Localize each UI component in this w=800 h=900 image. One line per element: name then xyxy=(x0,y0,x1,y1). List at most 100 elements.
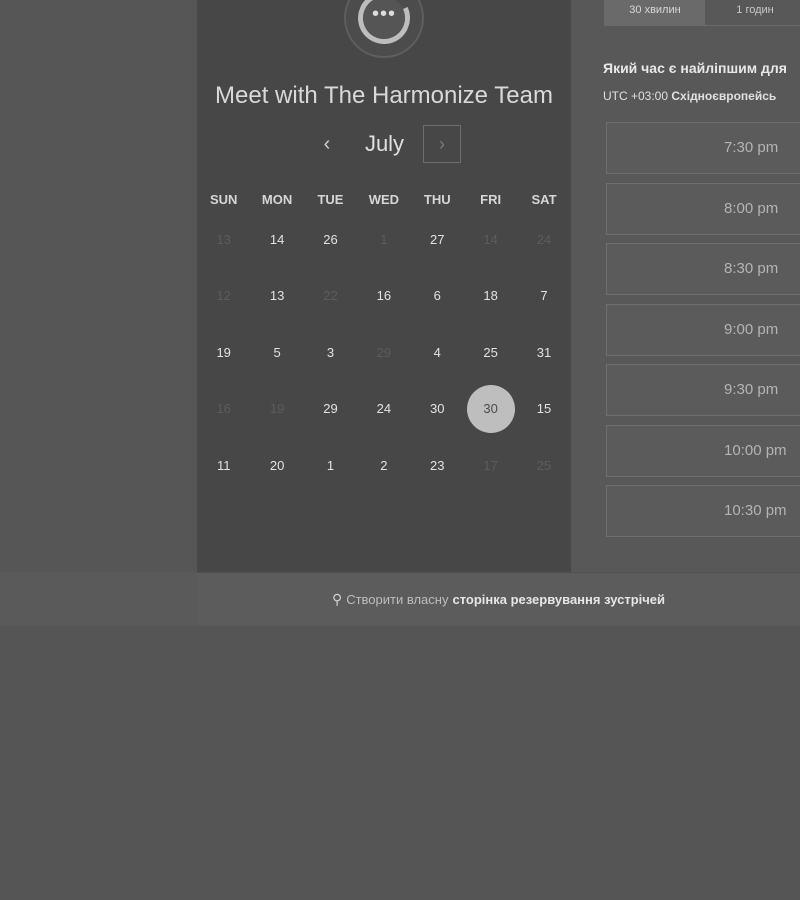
calendar-day: 16 xyxy=(197,381,250,438)
prev-month-button[interactable]: ‹ xyxy=(312,125,342,163)
calendar-day[interactable]: 2 xyxy=(357,437,410,494)
weekday-label: FRI xyxy=(480,192,502,207)
time-slot-button[interactable]: 9:30 pm xyxy=(606,364,800,416)
weekday-label: THU xyxy=(423,192,451,207)
time-slot-button[interactable]: 10:30 pm xyxy=(606,485,800,537)
calendar-day[interactable]: 16 xyxy=(357,268,410,325)
calendar-day-number: 20 xyxy=(269,457,285,473)
calendar-week-row: 19 5 3 29 4 25 31 xyxy=(197,324,571,381)
calendar-day-number: 24 xyxy=(376,401,392,417)
calendar-day[interactable]: 24 xyxy=(357,381,410,438)
weekday-label: TUE xyxy=(317,192,344,207)
time-question: Який час є найліпшим для xyxy=(603,60,787,76)
calendar-day[interactable]: 14 xyxy=(250,211,303,268)
calendar-day: 1 xyxy=(357,211,410,268)
weekday-label: MON xyxy=(261,192,293,207)
calendar-week-row: 11 20 1 2 23 17 25 xyxy=(197,437,571,494)
next-month-button[interactable]: › xyxy=(423,125,461,163)
calendar-day: 13 xyxy=(197,211,250,268)
weekday-label: WED xyxy=(368,192,400,207)
calendar-day-number: 22 xyxy=(323,288,338,304)
calendar-day: 14 xyxy=(464,211,517,268)
calendar-day-number: 1 xyxy=(326,457,335,473)
calendar-day[interactable]: 29 xyxy=(304,381,357,438)
calendar-panel: ••• Meet with The Harmonize Team ‹ July … xyxy=(197,0,571,572)
calendar-day-number: 16 xyxy=(216,401,231,417)
calendar-day-number: 25 xyxy=(483,344,498,360)
calendar-day-number: 14 xyxy=(269,231,285,247)
calendar-day[interactable]: 27 xyxy=(411,211,464,268)
meeting-title: Meet with The Harmonize Team xyxy=(215,82,553,109)
calendar-day-number: 16 xyxy=(376,288,392,304)
time-slot-button[interactable]: 9:00 pm xyxy=(606,303,800,356)
time-slot-button[interactable]: 7:30 pm xyxy=(606,122,800,174)
calendar-day-number: 30 xyxy=(466,384,515,433)
calendar-day[interactable]: 3 xyxy=(304,324,357,381)
calendar-day: 19 xyxy=(250,381,303,438)
footer-prefix: Створити власну xyxy=(346,591,449,607)
calendar-day-number: 11 xyxy=(216,457,231,473)
calendar-day-number: 1 xyxy=(380,231,388,247)
calendar-day[interactable]: 13 xyxy=(250,268,303,325)
time-slot-button[interactable]: 8:00 pm xyxy=(606,182,800,235)
calendar-day[interactable]: 20 xyxy=(250,437,303,494)
avatar: ••• xyxy=(344,0,424,58)
calendar-day-number: 27 xyxy=(430,231,445,247)
calendar-day-number: 12 xyxy=(216,288,231,304)
time-slot-button[interactable]: 10:00 pm xyxy=(606,424,800,477)
calendar-day-number: 25 xyxy=(536,457,552,473)
calendar-day: 24 xyxy=(517,211,570,268)
calendar-day-number: 6 xyxy=(433,288,441,304)
calendar-day-number: 24 xyxy=(536,231,552,247)
hubspot-sprocket-icon: ⚲ xyxy=(331,590,343,607)
footer: ⚲ Створити власну сторінка резервування … xyxy=(197,572,800,625)
timezone-selector[interactable]: UTC +03:00 Східноєвропейсь xyxy=(603,89,776,103)
calendar-day[interactable]: 26 xyxy=(304,211,357,268)
calendar-day[interactable]: 11 xyxy=(197,437,250,494)
weekday-label: SUN xyxy=(209,192,238,207)
calendar-day-selected[interactable]: 30 xyxy=(464,381,517,438)
calendar-day-number: 19 xyxy=(269,401,285,417)
calendar-day[interactable]: 25 xyxy=(464,324,517,381)
calendar-day[interactable]: 15 xyxy=(517,381,570,438)
tab-30-minutes[interactable]: 30 хвилин xyxy=(605,0,705,25)
calendar-day: 12 xyxy=(197,268,250,325)
calendar-day-number: 29 xyxy=(376,344,392,360)
calendar-day-number: 30 xyxy=(430,401,445,417)
calendar-day-number: 13 xyxy=(269,288,285,304)
calendar-day[interactable]: 6 xyxy=(411,268,464,325)
timezone-offset: UTC +03:00 xyxy=(603,89,669,103)
time-slot-panel: 30 хвилин 1 годин Який час є найліпшим д… xyxy=(571,0,800,572)
tab-1-hour[interactable]: 1 годин xyxy=(705,0,800,25)
create-booking-page-link[interactable]: сторінка резервування зустрічей xyxy=(452,592,665,607)
month-navigation: ‹ July › xyxy=(197,123,571,165)
calendar-day[interactable]: 23 xyxy=(411,437,464,494)
calendar-day: 29 xyxy=(357,324,410,381)
calendar-day: 25 xyxy=(517,437,570,494)
calendar-day-number: 15 xyxy=(536,401,552,417)
calendar-day[interactable]: 30 xyxy=(411,381,464,438)
calendar-day[interactable]: 31 xyxy=(517,324,570,381)
calendar-day[interactable]: 7 xyxy=(517,268,570,325)
calendar-day[interactable]: 1 xyxy=(304,437,357,494)
calendar-day: 22 xyxy=(304,268,357,325)
calendar-day-number: 2 xyxy=(380,457,388,473)
calendar-day-number: 17 xyxy=(483,457,498,473)
calendar-day[interactable]: 18 xyxy=(464,268,517,325)
calendar-day[interactable]: 4 xyxy=(411,324,464,381)
calendar-day-number: 19 xyxy=(216,344,231,360)
calendar-week-row: 12 13 22 16 6 18 7 xyxy=(197,268,571,325)
calendar-week-row: 16 19 29 24 30 30 15 xyxy=(197,381,571,438)
calendar-day[interactable]: 5 xyxy=(250,324,303,381)
time-slot-list: 7:30 pm 8:00 pm 8:30 pm 9:00 pm 9:30 pm 10:00… xyxy=(606,122,800,546)
calendar-day[interactable]: 19 xyxy=(197,324,250,381)
calendar-day-number: 29 xyxy=(323,401,338,417)
calendar-day-number: 3 xyxy=(326,344,335,360)
calendar-day-number: 31 xyxy=(536,344,552,360)
timezone-name: Східноєвропейсь xyxy=(671,89,777,103)
calendar-day-number: 18 xyxy=(483,288,498,304)
time-slot-button[interactable]: 8:30 pm xyxy=(606,243,800,295)
duration-tabs: 30 хвилин 1 годин xyxy=(604,0,800,26)
calendar-day-number: 26 xyxy=(323,231,338,247)
calendar-week-row: 13 14 26 1 27 14 24 xyxy=(197,211,571,268)
